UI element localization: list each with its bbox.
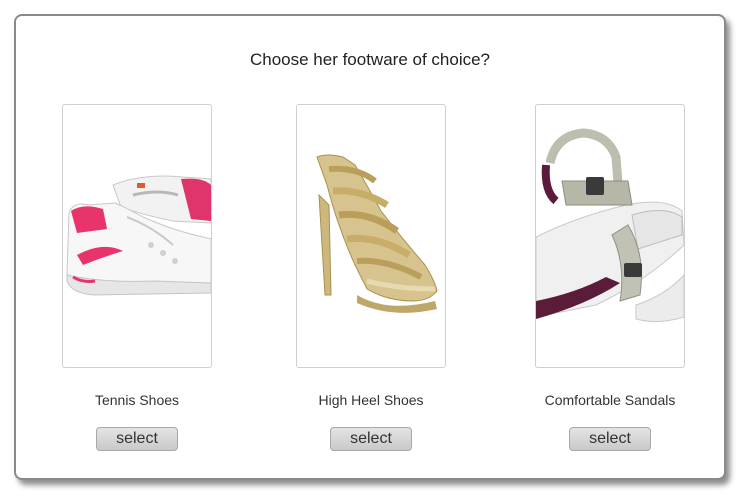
option-label: High Heel Shoes	[318, 392, 424, 408]
select-tennis-shoes-button[interactable]: select	[96, 427, 178, 451]
option-label: Tennis Shoes	[94, 392, 180, 408]
option-tennis-shoes: Tennis Shoes select	[62, 104, 212, 451]
select-comfortable-sandals-button[interactable]: select	[569, 427, 651, 451]
question-title: Choose her footware of choice?	[249, 50, 491, 69]
comfortable-sandals-image	[535, 104, 685, 368]
option-high-heel-shoes: High Heel Shoes select	[296, 104, 446, 451]
quiz-card: Choose her footware of choice? Tennis Sh…	[14, 14, 726, 480]
select-high-heel-shoes-button[interactable]: select	[330, 427, 412, 451]
option-label: Comfortable Sandals	[544, 392, 676, 408]
option-comfortable-sandals: Comfortable Sandals select	[535, 104, 685, 451]
high-heel-shoes-image	[296, 104, 446, 368]
tennis-shoes-image	[62, 104, 212, 368]
